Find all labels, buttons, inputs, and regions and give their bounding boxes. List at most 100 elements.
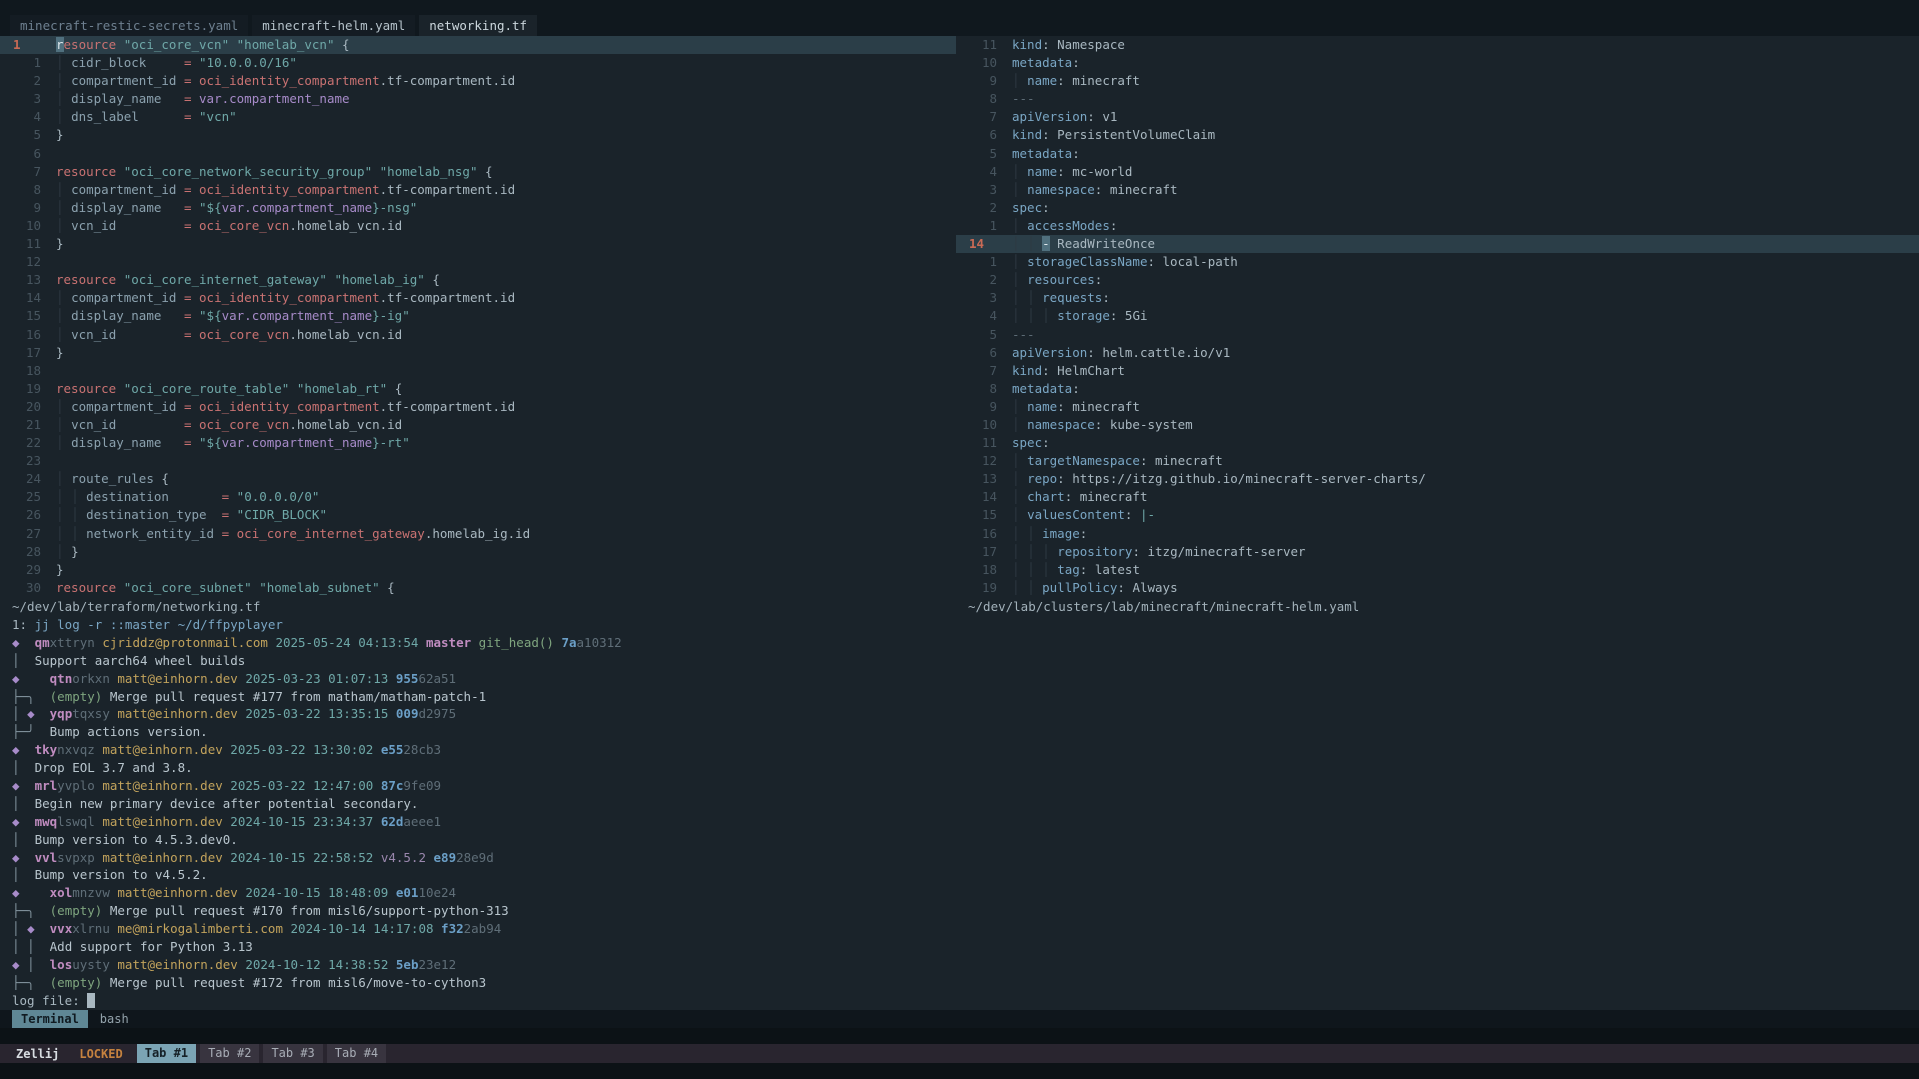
zellij-tab[interactable]: Tab #3 <box>263 1044 322 1063</box>
line-number: 29 <box>0 561 56 579</box>
line-number: 20 <box>0 398 56 416</box>
line-number: 14 <box>0 289 56 307</box>
code-line: 18 <box>0 362 956 380</box>
line-number: 25 <box>0 488 56 506</box>
code-line: 6apiVersion: helm.cattle.io/v1 <box>956 344 1919 362</box>
code-line: 14│ compartment_id = oci_identity_compar… <box>0 289 956 307</box>
log-line: ◆ qtnorkxn matt@einhorn.dev 2025-03-23 0… <box>12 670 1919 688</box>
cursor-line: 1resource "oci_core_vcn" "homelab_vcn" { <box>0 36 956 54</box>
code-line: 3│ display_name = var.compartment_name <box>0 90 956 108</box>
code-line: 20│ compartment_id = oci_identity_compar… <box>0 398 956 416</box>
log-line: │ ◆ vvxxlrnu me@mirkogalimberti.com 2024… <box>12 920 1919 938</box>
line-number: 23 <box>0 452 56 470</box>
window-gap <box>0 1028 1919 1044</box>
terraform-editor-pane[interactable]: 1resource "oci_core_vcn" "homelab_vcn" {… <box>0 36 956 616</box>
line-number: 13 <box>956 470 1012 488</box>
log-line: ◆ │ losuysty matt@einhorn.dev 2024-10-12… <box>12 956 1919 974</box>
code-line: 1│ storageClassName: local-path <box>956 253 1919 271</box>
terminal-pane[interactable]: 1: jj log -r ::master ~/d/ffpyplayer◆ qm… <box>0 616 1919 1010</box>
log-line: ├─╯ Bump actions version. <box>12 723 1919 741</box>
editor-panes: 1resource "oci_core_vcn" "homelab_vcn" {… <box>0 36 1919 616</box>
code-line: 2spec: <box>956 199 1919 217</box>
code-line: 7resource "oci_core_network_security_gro… <box>0 163 956 181</box>
code-line: 6kind: PersistentVolumeClaim <box>956 126 1919 144</box>
code-line: 30resource "oci_core_subnet" "homelab_su… <box>0 579 956 597</box>
statusline-left: ~/dev/lab/terraform/networking.tf <box>0 598 956 616</box>
line-number: 12 <box>0 253 56 271</box>
helix-bufferline: minecraft-restic-secrets.yamlminecraft-h… <box>0 0 1919 36</box>
code-line: 4│ name: mc-world <box>956 163 1919 181</box>
line-number: 9 <box>956 398 1012 416</box>
line-number: 4 <box>0 108 56 126</box>
line-number: 13 <box>0 271 56 289</box>
cursor-line: 14│ │ - ReadWriteOnce <box>956 235 1919 253</box>
code-line: 25│ │ destination = "0.0.0.0/0" <box>0 488 956 506</box>
code-line: 14│ chart: minecraft <box>956 488 1919 506</box>
line-number: 3 <box>956 181 1012 199</box>
code-line: 11kind: Namespace <box>956 36 1919 54</box>
line-number: 18 <box>0 362 56 380</box>
log-line: │ Drop EOL 3.7 and 3.8. <box>12 759 1919 777</box>
code-line: 1│ accessModes: <box>956 217 1919 235</box>
zellij-status-bar: Zellij LOCKED Tab #1Tab #2Tab #3Tab #4 <box>0 1044 1919 1063</box>
terminal-tab-active[interactable]: Terminal <box>12 1010 88 1028</box>
code-line: 3│ │ requests: <box>956 289 1919 307</box>
code-line: 21│ vcn_id = oci_core_vcn.homelab_vcn.id <box>0 416 956 434</box>
code-line: 26│ │ destination_type = "CIDR_BLOCK" <box>0 506 956 524</box>
code-line: 16│ vcn_id = oci_core_vcn.homelab_vcn.id <box>0 326 956 344</box>
jj-log-output: 1: jj log -r ::master ~/d/ffpyplayer◆ qm… <box>12 616 1919 1010</box>
code-line: 10metadata: <box>956 54 1919 72</box>
buffer-tab[interactable]: minecraft-restic-secrets.yaml <box>10 15 248 36</box>
code-line: 8│ compartment_id = oci_identity_compart… <box>0 181 956 199</box>
code-line: 5} <box>0 126 956 144</box>
code-line: 12│ targetNamespace: minecraft <box>956 452 1919 470</box>
zellij-tab[interactable]: Tab #2 <box>200 1044 259 1063</box>
code-line: 6 <box>0 145 956 163</box>
log-line: ├─╮ (empty) Merge pull request #170 from… <box>12 902 1919 920</box>
code-line: 8metadata: <box>956 380 1919 398</box>
line-number: 16 <box>0 326 56 344</box>
line-number: 17 <box>956 543 1012 561</box>
line-number: 2 <box>956 199 1012 217</box>
code-line: 2│ resources: <box>956 271 1919 289</box>
line-number: 6 <box>956 126 1012 144</box>
code-line: 24│ route_rules { <box>0 470 956 488</box>
code-line: 10│ vcn_id = oci_core_vcn.homelab_vcn.id <box>0 217 956 235</box>
line-number: 11 <box>0 235 56 253</box>
zellij-tab[interactable]: Tab #1 <box>137 1044 196 1063</box>
line-number: 4 <box>956 163 1012 181</box>
line-number: 19 <box>0 380 56 398</box>
yaml-editor-pane[interactable]: 11kind: Namespace10metadata:9│ name: min… <box>956 36 1919 616</box>
log-line: │ Bump version to v4.5.2. <box>12 866 1919 884</box>
zellij-mode-indicator: LOCKED <box>73 1047 128 1061</box>
line-number: 1 <box>956 217 1012 235</box>
log-line: │ Bump version to 4.5.3.dev0. <box>12 831 1919 849</box>
terminal-tab-bar: Terminal bash <box>0 1010 1919 1028</box>
line-number: 7 <box>956 108 1012 126</box>
line-number: 15 <box>956 506 1012 524</box>
line-number: 10 <box>0 217 56 235</box>
line-number: 21 <box>0 416 56 434</box>
code-line: 5--- <box>956 326 1919 344</box>
line-number: 30 <box>0 579 56 597</box>
code-line: 22│ display_name = "${var.compartment_na… <box>0 434 956 452</box>
line-number: 11 <box>956 434 1012 452</box>
buffer-tab[interactable]: networking.tf <box>419 15 537 36</box>
terminal-tab-shell[interactable]: bash <box>100 1012 129 1026</box>
line-number: 1 <box>0 36 56 54</box>
line-number: 1 <box>0 54 56 72</box>
terminal-prompt-line[interactable]: log file: <box>12 992 1919 1010</box>
log-line: │ ◆ yqptqxsy matt@einhorn.dev 2025-03-22… <box>12 705 1919 723</box>
zellij-tab[interactable]: Tab #4 <box>327 1044 386 1063</box>
line-number: 15 <box>0 307 56 325</box>
code-line: 3│ namespace: minecraft <box>956 181 1919 199</box>
line-number: 6 <box>0 145 56 163</box>
line-number: 5 <box>956 326 1012 344</box>
line-number: 9 <box>0 199 56 217</box>
code-line: 29} <box>0 561 956 579</box>
line-number: 5 <box>0 126 56 144</box>
buffer-tab[interactable]: minecraft-helm.yaml <box>252 15 415 36</box>
line-number: 12 <box>956 452 1012 470</box>
line-number: 3 <box>0 90 56 108</box>
code-line: 27│ │ network_entity_id = oci_core_inter… <box>0 525 956 543</box>
